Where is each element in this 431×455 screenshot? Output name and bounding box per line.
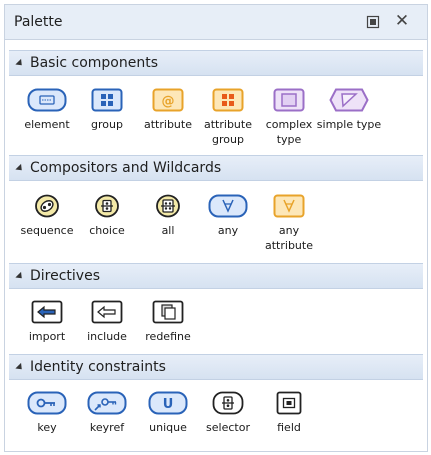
redefine-icon [152, 300, 184, 324]
attribute-icon: @ [152, 88, 184, 112]
palette-item-label: any [217, 224, 239, 237]
section-header-identity-constraints[interactable]: Identity constraints [9, 354, 423, 380]
section-header-compositors-wildcards[interactable]: Compositors and Wildcards [9, 155, 423, 181]
palette-panel: Palette ✕ Basic components element group… [4, 4, 428, 452]
palette-item-label: attribute group [204, 118, 252, 146]
choice-icon [95, 194, 119, 218]
any-attribute-icon [273, 194, 305, 218]
palette-item-label: redefine [145, 330, 191, 343]
close-icon[interactable]: ✕ [393, 11, 411, 31]
complex-type-icon [273, 88, 305, 112]
palette-item-label: field [277, 421, 301, 434]
section-label: Compositors and Wildcards [30, 160, 222, 176]
palette-item-label: simple type [316, 118, 382, 131]
sequence-icon [35, 194, 59, 218]
section-label: Identity constraints [30, 359, 166, 375]
collapse-triangle-icon [15, 163, 25, 174]
attribute-group-icon [212, 88, 244, 112]
palette-item-label: keyref [89, 421, 125, 434]
section-label: Basic components [30, 55, 159, 71]
palette-item-label: selector [206, 421, 250, 434]
unique-icon: U [148, 391, 188, 415]
svg-text:@: @ [162, 94, 175, 109]
group-icon [91, 88, 123, 112]
palette-titlebar: Palette ✕ [5, 5, 427, 40]
collapse-triangle-icon [15, 271, 25, 282]
collapse-triangle-icon [15, 362, 25, 373]
maximize-icon[interactable] [366, 15, 380, 29]
palette-item-label: choice [89, 224, 125, 237]
include-icon [91, 300, 123, 324]
palette-item-label: group [91, 118, 123, 131]
palette-item-label: any attribute [265, 224, 313, 252]
section-label: Directives [30, 268, 100, 284]
all-icon [156, 194, 180, 218]
keyref-icon [87, 391, 127, 415]
import-icon [31, 300, 63, 324]
palette-item-label: include [87, 330, 127, 343]
section-header-basic-components[interactable]: Basic components [9, 50, 423, 76]
key-icon [27, 391, 67, 415]
selector-icon [212, 391, 244, 415]
svg-text:U: U [163, 397, 174, 412]
section-header-directives[interactable]: Directives [9, 263, 423, 289]
simple-type-icon [329, 88, 369, 112]
collapse-triangle-icon [15, 58, 25, 69]
element-icon [27, 88, 67, 112]
any-icon [208, 194, 248, 218]
field-icon [276, 391, 302, 415]
panel-title: Palette [14, 14, 63, 30]
